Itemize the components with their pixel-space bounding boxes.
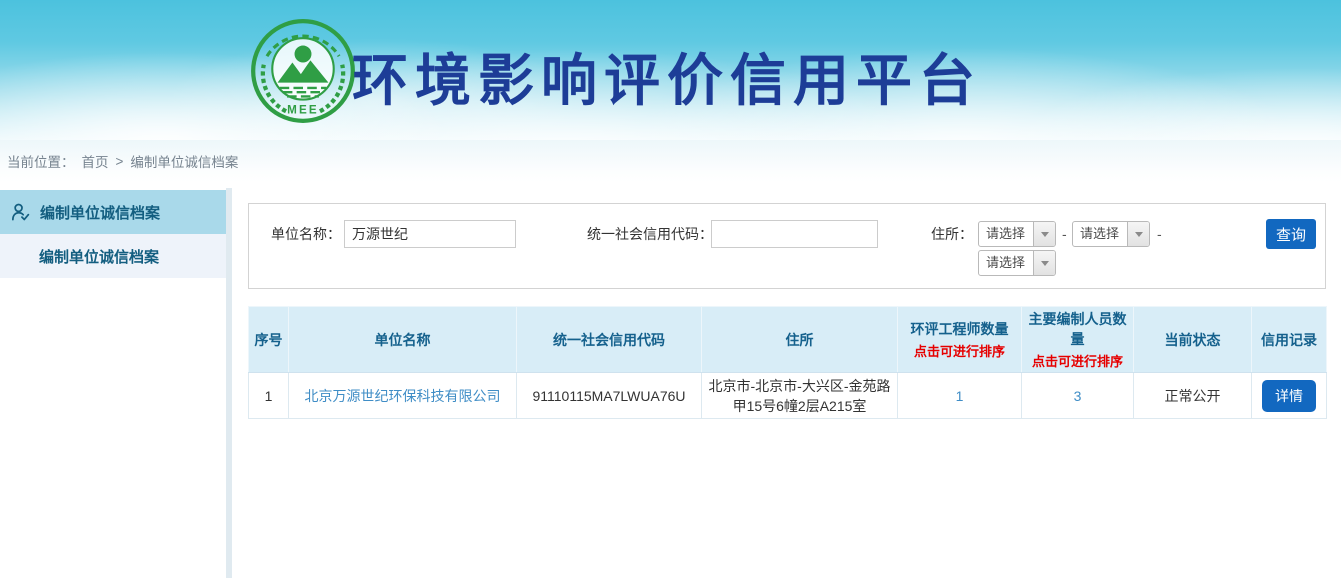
col-staff-count-label: 主要编制人员数量 (1029, 311, 1127, 347)
select-value: 请选择 (1073, 222, 1127, 246)
address-dash: - (1062, 220, 1067, 248)
engineer-count-link[interactable]: 1 (956, 388, 964, 404)
address-dash: - (1157, 220, 1162, 248)
site-title: 环境影响评价信用平台 (352, 36, 982, 117)
col-index: 序号 (249, 307, 289, 373)
sort-hint[interactable]: 点击可进行排序 (902, 341, 1017, 360)
search-panel: 单位名称： 统一社会信用代码： 住所： 请选择 - 请选择 - 请选择 查询 (248, 203, 1326, 289)
col-credit-code: 统一社会信用代码 (517, 307, 702, 373)
breadcrumb-prefix: 当前位置： (7, 151, 75, 171)
table-header-row: 序号 单位名称 统一社会信用代码 住所 环评工程师数量 点击可进行排序 主要编制… (249, 307, 1327, 373)
breadcrumb: 当前位置： 首页 > 编制单位诚信档案 (0, 140, 1341, 182)
chevron-down-icon[interactable] (1033, 251, 1055, 275)
staff-count-link[interactable]: 3 (1074, 388, 1082, 404)
mee-logo: MEE (250, 18, 356, 124)
company-name-label: 单位名称： (271, 220, 341, 248)
row-index: 1 (249, 373, 289, 419)
col-engineer-count-sortable[interactable]: 环评工程师数量 点击可进行排序 (898, 307, 1022, 373)
sidebar-item-label: 编制单位诚信档案 (39, 246, 159, 267)
table-row: 1 北京万源世纪环保科技有限公司 91110115MA7LWUA76U 北京市-… (249, 373, 1327, 419)
site-header: MEE 环境影响评价信用平台 (0, 0, 1341, 140)
credit-code-input[interactable] (711, 220, 878, 248)
company-name-input[interactable] (344, 220, 516, 248)
address-label: 住所： (931, 220, 973, 248)
logo-caption: MEE (287, 103, 319, 116)
address-city-select[interactable]: 请选择 (1072, 221, 1150, 247)
col-engineer-count-label: 环评工程师数量 (911, 321, 1009, 337)
row-credit-code: 91110115MA7LWUA76U (517, 373, 702, 419)
user-check-icon (10, 202, 31, 223)
content-area: 单位名称： 统一社会信用代码： 住所： 请选择 - 请选择 - 请选择 查询 (232, 182, 1341, 578)
main-layout: 编制单位诚信档案 编制单位诚信档案 单位名称： 统一社会信用代码： 住所： 请选… (0, 182, 1341, 578)
breadcrumb-home-link[interactable]: 首页 (82, 151, 109, 171)
breadcrumb-separator: > (116, 154, 124, 169)
sidebar: 编制单位诚信档案 编制单位诚信档案 (0, 182, 226, 578)
sidebar-item-label: 编制单位诚信档案 (40, 202, 160, 223)
breadcrumb-current: 编制单位诚信档案 (130, 151, 238, 171)
mee-emblem-icon: MEE (250, 18, 356, 124)
chevron-down-icon[interactable] (1127, 222, 1149, 246)
select-value: 请选择 (979, 222, 1033, 246)
row-address: 北京市-北京市-大兴区-金苑路甲15号6幢2层A215室 (702, 373, 898, 419)
col-address: 住所 (702, 307, 898, 373)
col-staff-count-sortable[interactable]: 主要编制人员数量 点击可进行排序 (1022, 307, 1134, 373)
col-company: 单位名称 (289, 307, 517, 373)
credit-code-label: 统一社会信用代码： (587, 220, 713, 248)
row-status: 正常公开 (1134, 373, 1252, 419)
chevron-down-icon[interactable] (1033, 222, 1055, 246)
sidebar-item-credit-archive-parent[interactable]: 编制单位诚信档案 (0, 190, 226, 234)
col-status: 当前状态 (1134, 307, 1252, 373)
address-district-select[interactable]: 请选择 (978, 250, 1056, 276)
col-credit-record: 信用记录 (1252, 307, 1327, 373)
sidebar-item-credit-archive[interactable]: 编制单位诚信档案 (0, 234, 226, 278)
select-value: 请选择 (979, 251, 1033, 275)
results-table: 序号 单位名称 统一社会信用代码 住所 环评工程师数量 点击可进行排序 主要编制… (248, 306, 1327, 419)
query-button[interactable]: 查询 (1266, 219, 1316, 249)
detail-button[interactable]: 详情 (1262, 380, 1316, 412)
sort-hint[interactable]: 点击可进行排序 (1026, 351, 1129, 370)
company-link[interactable]: 北京万源世纪环保科技有限公司 (305, 388, 501, 404)
address-province-select[interactable]: 请选择 (978, 221, 1056, 247)
